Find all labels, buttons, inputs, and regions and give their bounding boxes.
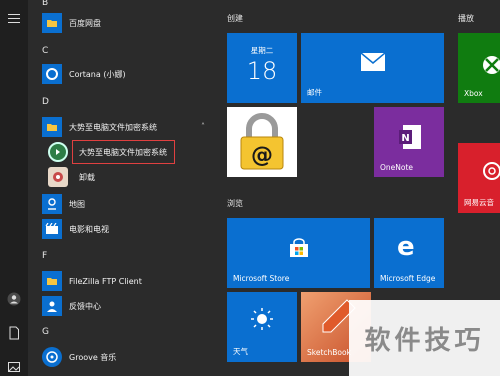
folder-icon	[42, 117, 62, 137]
tile-label: SketchBook	[307, 348, 351, 357]
section-letter-c[interactable]: C	[42, 46, 48, 56]
app-label: 地图	[69, 199, 85, 209]
edge-icon: e	[397, 232, 415, 262]
tile-label: 网易云音	[464, 198, 494, 207]
group-title-create: 创建	[227, 14, 243, 23]
weather-tile[interactable]: 天气	[227, 292, 297, 362]
app-maps[interactable]: 地图	[42, 193, 207, 215]
tile-label: Microsoft Edge	[380, 274, 436, 283]
app-groove-music[interactable]: Groove 音乐	[42, 346, 207, 368]
app-baidu-netdisk[interactable]: 百度网盘	[42, 12, 207, 34]
app-label: FileZilla FTP Client	[69, 276, 142, 286]
xbox-tile[interactable]: Xbox	[458, 33, 500, 103]
selection-highlight	[72, 140, 175, 164]
app-uninstall[interactable]: 卸载	[48, 166, 213, 188]
group-title-play: 播放	[458, 14, 474, 23]
tile-label: Xbox	[464, 89, 483, 98]
calendar-date: 18	[246, 57, 278, 85]
svg-text:@: @	[251, 143, 273, 168]
watermark-overlay: 软件技巧	[349, 300, 500, 376]
app-list: B 百度网盘 C Cortana (小娜) D 大势至电脑文件加密系统 ˄ 大势…	[28, 0, 213, 376]
tile-label: OneNote	[380, 163, 414, 172]
microsoft-edge-tile[interactable]: e Microsoft Edge	[374, 218, 444, 288]
maps-icon	[42, 194, 62, 214]
folder-icon	[42, 13, 62, 33]
uninstall-icon	[48, 167, 68, 187]
mail-tile[interactable]: 邮件	[301, 33, 444, 103]
encrypt-lock-tile[interactable]: @	[227, 107, 297, 177]
folder-icon	[42, 271, 62, 291]
section-letter-d[interactable]: D	[42, 97, 49, 107]
left-rail	[0, 0, 28, 376]
app-label: 反馈中心	[69, 301, 101, 311]
documents-icon[interactable]	[7, 326, 21, 340]
pictures-icon[interactable]	[7, 360, 21, 374]
user-avatar-icon[interactable]	[7, 292, 21, 306]
store-bag-icon	[290, 238, 308, 257]
watermark-text: 软件技巧	[364, 325, 485, 356]
mail-icon	[361, 53, 385, 71]
tile-label: 邮件	[307, 88, 322, 97]
section-letter-b[interactable]: B	[42, 0, 48, 8]
xbox-icon	[483, 56, 500, 74]
section-letter-f[interactable]: F	[42, 251, 47, 261]
sun-icon	[251, 308, 273, 330]
padlock-icon: @	[240, 113, 284, 170]
film-icon	[42, 219, 62, 239]
tile-label: Microsoft Store	[233, 274, 290, 283]
calendar-day: 星期二	[250, 46, 274, 55]
microsoft-store-tile[interactable]: Microsoft Store	[227, 218, 370, 288]
encrypt-app-icon	[48, 142, 68, 162]
app-cortana[interactable]: Cortana (小娜)	[42, 63, 207, 85]
app-folder-encrypt-group[interactable]: 大势至电脑文件加密系统 ˄	[42, 116, 207, 138]
group-title-browse: 浏览	[227, 199, 243, 208]
app-feedback-hub[interactable]: 反馈中心	[42, 295, 207, 317]
app-label: Cortana (小娜)	[69, 69, 126, 79]
app-label: Groove 音乐	[69, 352, 117, 362]
onenote-icon: N	[399, 125, 421, 149]
calendar-tile[interactable]: 星期二 18	[227, 33, 297, 103]
cortana-icon	[42, 64, 62, 84]
feedback-icon	[42, 296, 62, 316]
onenote-tile[interactable]: N OneNote	[374, 107, 444, 177]
tile-label: 天气	[233, 347, 248, 356]
app-movies-tv[interactable]: 电影和电视	[42, 218, 207, 240]
app-label: 电影和电视	[69, 224, 109, 234]
app-label: 大势至电脑文件加密系统	[69, 122, 157, 132]
app-filezilla[interactable]: FileZilla FTP Client	[42, 270, 207, 292]
chevron-up-icon[interactable]: ˄	[201, 122, 205, 131]
hamburger-menu-icon[interactable]	[8, 14, 20, 26]
groove-music-icon	[42, 347, 62, 367]
section-letter-g[interactable]: G	[42, 327, 49, 337]
app-label: 百度网盘	[69, 18, 101, 28]
netease-music-tile[interactable]: 网易云音	[458, 143, 500, 213]
app-label: 卸载	[79, 172, 95, 182]
svg-text:N: N	[401, 133, 409, 144]
netease-music-icon	[483, 162, 500, 180]
